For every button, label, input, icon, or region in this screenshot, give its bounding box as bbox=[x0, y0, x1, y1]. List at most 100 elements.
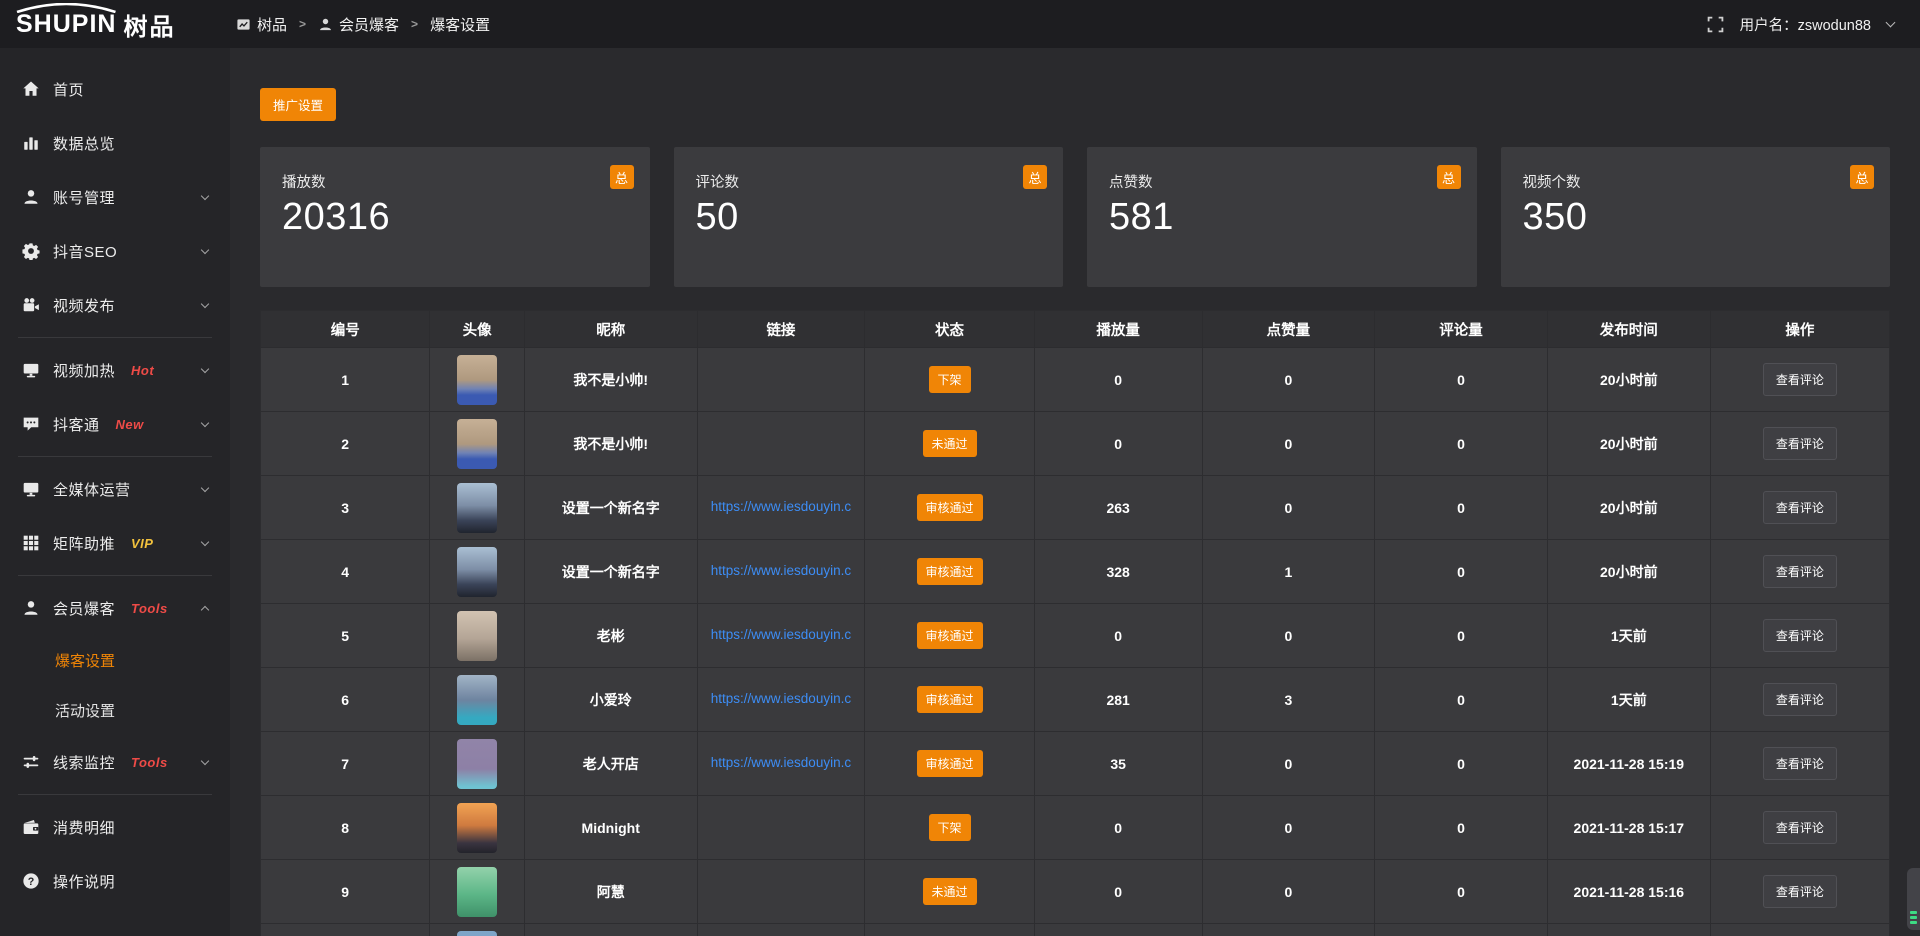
total-badge: 总 bbox=[1850, 165, 1874, 189]
floating-widget[interactable] bbox=[1907, 868, 1920, 930]
table-row: 3设置一个新名字https://www.iesdouyin.c审核通过26300… bbox=[261, 476, 1890, 540]
sidebar-item-视频发布[interactable]: 视频发布 bbox=[0, 278, 230, 332]
sidebar-divider bbox=[18, 575, 212, 576]
sidebar-item-操作说明[interactable]: ? 操作说明 bbox=[0, 854, 230, 908]
cell-likes: 1 bbox=[1202, 540, 1375, 604]
sidebar-item-全媒体运营[interactable]: 全媒体运营 bbox=[0, 462, 230, 516]
cell-status: 审核通过 bbox=[865, 668, 1034, 732]
chevron-down-icon bbox=[201, 483, 209, 491]
sidebar-item-会员爆客[interactable]: 会员爆客Tools bbox=[0, 581, 230, 635]
sidebar-item-抖客通[interactable]: 抖客通New bbox=[0, 397, 230, 451]
widget-green-bar bbox=[1910, 916, 1917, 919]
avatar bbox=[457, 355, 497, 405]
breadcrumb-item-home[interactable]: 树品 bbox=[236, 14, 287, 35]
chevron-down-icon bbox=[201, 245, 209, 253]
cell-nickname bbox=[524, 924, 697, 936]
cell-nickname: 设置一个新名字 bbox=[524, 540, 697, 604]
breadcrumb-item-member[interactable]: 会员爆客 bbox=[318, 14, 399, 35]
avatar bbox=[457, 483, 497, 533]
breadcrumb-item-current: 爆客设置 bbox=[430, 14, 490, 35]
video-link[interactable]: https://www.iesdouyin.c bbox=[711, 755, 851, 770]
cell-link bbox=[697, 924, 865, 936]
user-icon bbox=[22, 188, 40, 206]
chevron-down-icon[interactable] bbox=[1886, 18, 1896, 28]
cell-status: 未通过 bbox=[865, 412, 1034, 476]
view-comments-button[interactable]: 查看评论 bbox=[1763, 683, 1837, 716]
cell-comments: 0 bbox=[1375, 540, 1548, 604]
sidebar-item-数据总览[interactable]: 数据总览 bbox=[0, 116, 230, 170]
cell-avatar bbox=[430, 540, 524, 604]
grid-icon bbox=[22, 534, 40, 552]
view-comments-button[interactable]: 查看评论 bbox=[1763, 811, 1837, 844]
cell-link bbox=[697, 412, 865, 476]
sidebar-item-矩阵助推[interactable]: 矩阵助推VIP bbox=[0, 516, 230, 570]
sidebar-item-label: 抖音SEO bbox=[53, 241, 117, 262]
cell-likes bbox=[1202, 924, 1375, 936]
topbar: SHUPIN 树品 树品 > 会员爆客 > 爆客设置 用户名：zswodun88 bbox=[0, 0, 1920, 48]
home-icon bbox=[22, 80, 40, 98]
sidebar-item-抖音SEO[interactable]: 抖音SEO bbox=[0, 224, 230, 278]
sidebar-item-label: 会员爆客 bbox=[53, 598, 115, 619]
sidebar-divider bbox=[18, 794, 212, 795]
video-link[interactable]: https://www.iesdouyin.c bbox=[711, 627, 851, 642]
sidebar-item-label: 操作说明 bbox=[53, 871, 115, 892]
sidebar-item-消费明细[interactable]: 消费明细 bbox=[0, 800, 230, 854]
cell-comments: 0 bbox=[1375, 348, 1548, 412]
cell-status: 审核通过 bbox=[865, 540, 1034, 604]
cell-status: 审核通过 bbox=[865, 604, 1034, 668]
dashboard-icon bbox=[236, 17, 251, 32]
cell-comments: 0 bbox=[1375, 668, 1548, 732]
sidebar-subitem-活动设置[interactable]: 活动设置 bbox=[0, 685, 230, 735]
cell-plays: 263 bbox=[1034, 476, 1202, 540]
sidebar-subitem-爆客设置[interactable]: 爆客设置 bbox=[0, 635, 230, 685]
sidebar-item-线索监控[interactable]: 线索监控Tools bbox=[0, 735, 230, 789]
cell-link: https://www.iesdouyin.c bbox=[697, 604, 865, 668]
sidebar-item-首页[interactable]: 首页 bbox=[0, 62, 230, 116]
view-comments-button[interactable]: 查看评论 bbox=[1763, 491, 1837, 524]
stat-label: 播放数 bbox=[282, 171, 628, 192]
table-row: 9阿慧未通过0002021-11-28 15:16查看评论 bbox=[261, 860, 1890, 924]
view-comments-button[interactable]: 查看评论 bbox=[1763, 875, 1837, 908]
cell-avatar bbox=[430, 924, 524, 936]
svg-text:?: ? bbox=[28, 876, 35, 888]
sidebar-badge: New bbox=[116, 417, 144, 432]
view-comments-button[interactable]: 查看评论 bbox=[1763, 619, 1837, 652]
cell-id: 2 bbox=[261, 412, 430, 476]
promotion-settings-button[interactable]: 推广设置 bbox=[260, 88, 336, 121]
cell-action: 查看评论 bbox=[1710, 796, 1889, 860]
logo-text-cn: 树品 bbox=[123, 7, 175, 42]
cell-time: 2021-11-28 15:16 bbox=[1547, 860, 1710, 924]
sidebar-item-label: 首页 bbox=[53, 79, 84, 100]
cell-nickname: Midnight bbox=[524, 796, 697, 860]
view-comments-button[interactable]: 查看评论 bbox=[1763, 555, 1837, 588]
column-header-头像: 头像 bbox=[430, 311, 524, 348]
username-label[interactable]: 用户名：zswodun88 bbox=[1740, 14, 1871, 35]
avatar bbox=[457, 867, 497, 917]
cell-id: 7 bbox=[261, 732, 430, 796]
cell-comments: 0 bbox=[1375, 412, 1548, 476]
chevron-down-icon bbox=[201, 191, 209, 199]
cell-avatar bbox=[430, 348, 524, 412]
view-comments-button[interactable]: 查看评论 bbox=[1763, 747, 1837, 780]
widget-green-bar bbox=[1910, 921, 1917, 924]
cell-status: 审核通过 bbox=[865, 732, 1034, 796]
stat-label: 点赞数 bbox=[1109, 171, 1455, 192]
column-header-状态: 状态 bbox=[865, 311, 1034, 348]
cell-time: 20小时前 bbox=[1547, 540, 1710, 604]
avatar bbox=[457, 803, 497, 853]
video-link[interactable]: https://www.iesdouyin.c bbox=[711, 563, 851, 578]
wallet-icon bbox=[22, 818, 40, 836]
sidebar-item-label: 全媒体运营 bbox=[53, 479, 131, 500]
sidebar-item-视频加热[interactable]: 视频加热Hot bbox=[0, 343, 230, 397]
fullscreen-icon[interactable] bbox=[1707, 16, 1724, 33]
video-link[interactable]: https://www.iesdouyin.c bbox=[711, 691, 851, 706]
view-comments-button[interactable]: 查看评论 bbox=[1763, 427, 1837, 460]
sidebar: 首页数据总览账号管理抖音SEO 视频发布视频加热Hot抖客通New 全媒体运营矩阵助… bbox=[0, 48, 230, 936]
cell-action: 查看评论 bbox=[1710, 860, 1889, 924]
cell-nickname: 我不是小帅! bbox=[524, 412, 697, 476]
sidebar-badge: VIP bbox=[131, 536, 153, 551]
table-row: 4设置一个新名字https://www.iesdouyin.c审核通过32810… bbox=[261, 540, 1890, 604]
sidebar-item-账号管理[interactable]: 账号管理 bbox=[0, 170, 230, 224]
video-link[interactable]: https://www.iesdouyin.c bbox=[711, 499, 851, 514]
view-comments-button[interactable]: 查看评论 bbox=[1763, 363, 1837, 396]
